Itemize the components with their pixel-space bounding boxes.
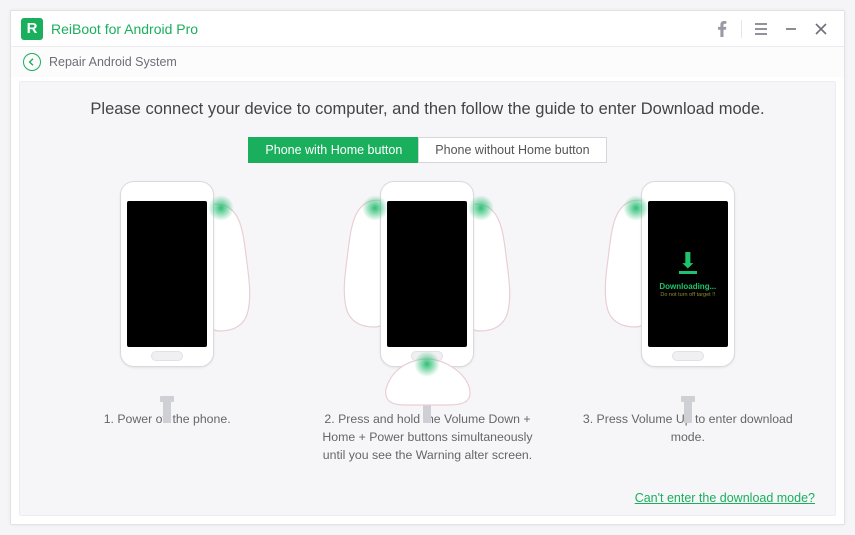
back-button[interactable] [23, 53, 41, 71]
step-2: 2. Press and hold the Volume Down + Home… [307, 181, 547, 464]
press-indicator-icon [208, 195, 234, 221]
tab-without-home[interactable]: Phone without Home button [418, 137, 606, 163]
download-title: Downloading... [659, 282, 716, 291]
download-subtitle: Do not turn off target !! [660, 292, 715, 298]
home-button-icon [672, 351, 704, 361]
app-title: ReiBoot for Android Pro [51, 21, 198, 37]
phone-screen [127, 201, 207, 347]
cable-icon [684, 401, 692, 423]
phone-icon [380, 181, 474, 367]
press-indicator-icon [623, 195, 649, 221]
minimize-icon[interactable] [776, 14, 806, 44]
menu-icon[interactable] [746, 14, 776, 44]
app-window: R ReiBoot for Android Pro Repair Android… [10, 10, 845, 525]
cable-icon [163, 401, 171, 423]
breadcrumb-title: Repair Android System [49, 55, 177, 69]
logo-letter: R [27, 20, 38, 37]
steps-row: 1. Power off the phone. [42, 181, 813, 503]
phone-screen-download: ⬇ Downloading... Do not turn off target … [648, 201, 728, 347]
app-logo-icon: R [21, 18, 43, 40]
download-bar-icon [679, 271, 697, 274]
titlebar: R ReiBoot for Android Pro [11, 11, 844, 47]
tab-group: Phone with Home button Phone without Hom… [42, 137, 813, 163]
step-1-illustration [92, 181, 242, 401]
facebook-icon[interactable] [707, 14, 737, 44]
phone-icon: ⬇ Downloading... Do not turn off target … [641, 181, 735, 367]
download-arrow-icon: ⬇ [679, 250, 697, 272]
step-3: ⬇ Downloading... Do not turn off target … [568, 181, 808, 447]
tab-with-home[interactable]: Phone with Home button [248, 137, 418, 163]
subheader: Repair Android System [11, 47, 844, 77]
home-button-icon [151, 351, 183, 361]
step-3-illustration: ⬇ Downloading... Do not turn off target … [613, 181, 763, 401]
phone-icon [120, 181, 214, 367]
separator [741, 20, 742, 38]
page-headline: Please connect your device to computer, … [42, 100, 813, 119]
phone-screen [387, 201, 467, 347]
step-2-illustration [352, 181, 502, 401]
close-icon[interactable] [806, 14, 836, 44]
step-1: 1. Power off the phone. [47, 181, 287, 429]
help-link[interactable]: Can't enter the download mode? [635, 491, 815, 505]
content-panel: Please connect your device to computer, … [19, 81, 836, 516]
